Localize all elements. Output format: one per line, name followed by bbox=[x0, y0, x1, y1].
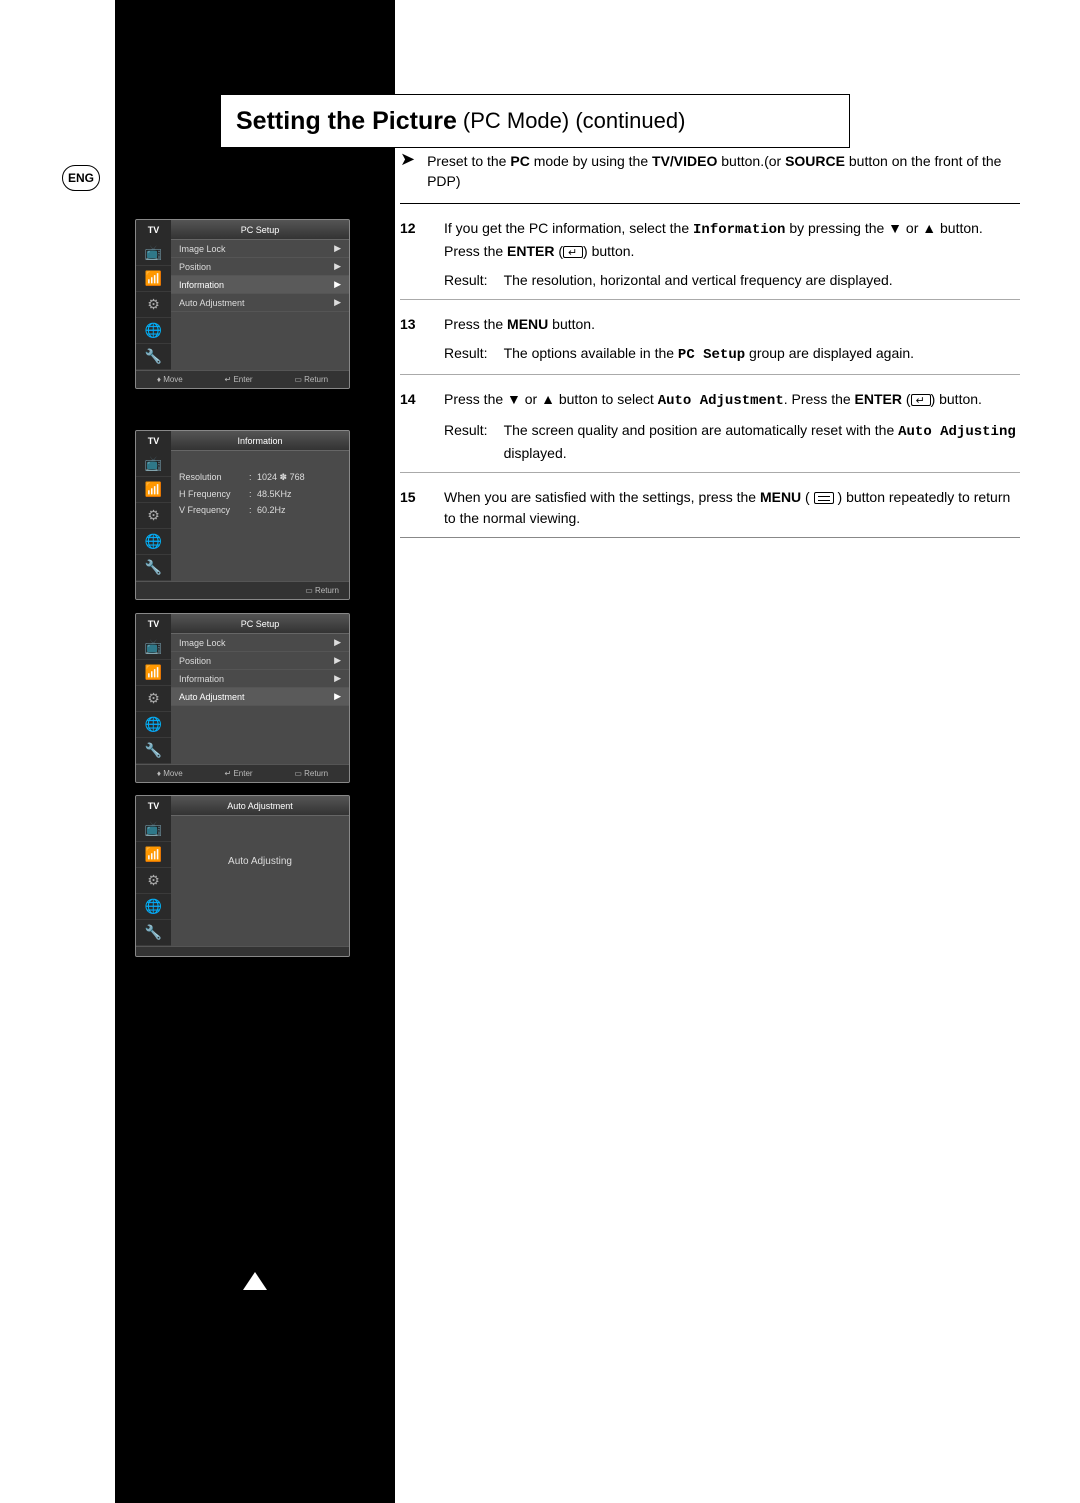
osd-item: Position▶ bbox=[171, 258, 349, 276]
osd-title: PC Setup bbox=[171, 220, 349, 240]
step-number: 12 bbox=[400, 218, 426, 291]
osd-item: Auto Adjustment▶ bbox=[171, 294, 349, 312]
language-badge: ENG bbox=[62, 165, 100, 191]
result-label: Result: bbox=[444, 270, 488, 291]
osd-tv-label: TV bbox=[136, 431, 171, 451]
osd-item: Information▶ bbox=[171, 670, 349, 688]
osd-icon-2: 📶 bbox=[136, 842, 171, 868]
osd-side-icons: 📺 📶 ⚙ 🌐 🔧 bbox=[136, 634, 171, 764]
enter-icon bbox=[911, 394, 931, 406]
osd-icon-2: 📶 bbox=[136, 660, 171, 686]
page-title-main: Setting the Picture bbox=[236, 107, 457, 136]
osd-icon-2: 📶 bbox=[136, 477, 171, 503]
info-row: V Frequency:60.2Hz bbox=[171, 502, 349, 518]
osd-item-selected: Auto Adjustment▶ bbox=[171, 688, 349, 706]
osd-side-icons: 📺 📶 ⚙ 🌐 🔧 bbox=[136, 816, 171, 946]
osd-title: Information bbox=[171, 431, 349, 451]
osd-footer: ▭ Return bbox=[136, 581, 349, 599]
osd-title: PC Setup bbox=[171, 614, 349, 634]
osd-footer: ♦ Move ↵ Enter ▭ Return bbox=[136, 764, 349, 782]
osd-item-list: Image Lock▶ Position▶ Information▶ Auto … bbox=[171, 634, 349, 764]
step-13: 13 Press the MENU button. Result: The op… bbox=[400, 300, 1020, 375]
page-title-box: Setting the Picture (PC Mode) (continued… bbox=[220, 94, 850, 148]
page-number-triangle-icon bbox=[243, 1272, 267, 1290]
osd-icon-5: 🔧 bbox=[136, 344, 171, 370]
osd-item-selected: Information▶ bbox=[171, 276, 349, 294]
result-label: Result: bbox=[444, 343, 488, 366]
step-12: 12 If you get the PC information, select… bbox=[400, 204, 1020, 300]
osd-pc-setup-2: TV PC Setup 📺 📶 ⚙ 🌐 🔧 Image Lock▶ Positi… bbox=[135, 613, 350, 783]
intro-paragraph: ➤ Preset to the PC mode by using the TV/… bbox=[400, 152, 1020, 204]
step-number: 15 bbox=[400, 487, 426, 529]
osd-icon-1: 📺 bbox=[136, 816, 171, 842]
osd-item: Image Lock▶ bbox=[171, 240, 349, 258]
osd-icon-3: ⚙ bbox=[136, 868, 171, 894]
auto-adjusting-text: Auto Adjusting bbox=[171, 816, 349, 907]
osd-side-icons: 📺 📶 ⚙ 🌐 🔧 bbox=[136, 451, 171, 581]
osd-icon-4: 🌐 bbox=[136, 529, 171, 555]
osd-icon-3: ⚙ bbox=[136, 686, 171, 712]
info-row: Resolution:1024 ✽ 768 bbox=[171, 469, 349, 486]
osd-icon-2: 📶 bbox=[136, 266, 171, 292]
info-row: H Frequency:48.5KHz bbox=[171, 486, 349, 502]
osd-info-body: Resolution:1024 ✽ 768 H Frequency:48.5KH… bbox=[171, 451, 349, 581]
step-15: 15 When you are satisfied with the setti… bbox=[400, 473, 1020, 538]
arrow-icon: ➤ bbox=[400, 152, 415, 166]
step-14: 14 Press the ▼ or ▲ button to select Aut… bbox=[400, 375, 1020, 473]
osd-auto-adjusting-body: Auto Adjusting bbox=[171, 816, 349, 946]
result-text: The screen quality and position are auto… bbox=[504, 420, 1020, 464]
enter-icon bbox=[563, 246, 583, 258]
result-label: Result: bbox=[444, 420, 488, 464]
osd-icon-5: 🔧 bbox=[136, 738, 171, 764]
osd-auto-adjustment: TV Auto Adjustment 📺 📶 ⚙ 🌐 🔧 Auto Adjust… bbox=[135, 795, 350, 957]
osd-icon-5: 🔧 bbox=[136, 555, 171, 581]
osd-icon-3: ⚙ bbox=[136, 292, 171, 318]
step-number: 13 bbox=[400, 314, 426, 366]
osd-item: Position▶ bbox=[171, 652, 349, 670]
osd-title: Auto Adjustment bbox=[171, 796, 349, 816]
osd-icon-4: 🌐 bbox=[136, 894, 171, 920]
osd-footer bbox=[136, 946, 349, 956]
instruction-column: ➤ Preset to the PC mode by using the TV/… bbox=[400, 152, 1020, 538]
osd-tv-label: TV bbox=[136, 220, 171, 240]
osd-tv-label: TV bbox=[136, 614, 171, 634]
osd-pc-setup-1: TV PC Setup 📺 📶 ⚙ 🌐 🔧 Image Lock▶ Positi… bbox=[135, 219, 350, 389]
osd-icon-1: 📺 bbox=[136, 240, 171, 266]
osd-icon-5: 🔧 bbox=[136, 920, 171, 946]
osd-side-icons: 📺 📶 ⚙ 🌐 🔧 bbox=[136, 240, 171, 370]
osd-icon-1: 📺 bbox=[136, 451, 171, 477]
step-number: 14 bbox=[400, 389, 426, 464]
osd-icon-1: 📺 bbox=[136, 634, 171, 660]
osd-item-list: Image Lock▶ Position▶ Information▶ Auto … bbox=[171, 240, 349, 370]
page-number: 30 bbox=[246, 1290, 257, 1301]
osd-tv-label: TV bbox=[136, 796, 171, 816]
osd-information: TV Information 📺 📶 ⚙ 🌐 🔧 Resolution:1024… bbox=[135, 430, 350, 600]
page-title-sub: (PC Mode) (continued) bbox=[463, 108, 686, 134]
menu-icon bbox=[814, 492, 834, 504]
osd-icon-3: ⚙ bbox=[136, 503, 171, 529]
osd-icon-4: 🌐 bbox=[136, 712, 171, 738]
result-text: The resolution, horizontal and vertical … bbox=[504, 270, 893, 291]
result-text: The options available in the PC Setup gr… bbox=[504, 343, 914, 366]
osd-footer: ♦ Move ↵ Enter ▭ Return bbox=[136, 370, 349, 388]
osd-item: Image Lock▶ bbox=[171, 634, 349, 652]
osd-icon-4: 🌐 bbox=[136, 318, 171, 344]
